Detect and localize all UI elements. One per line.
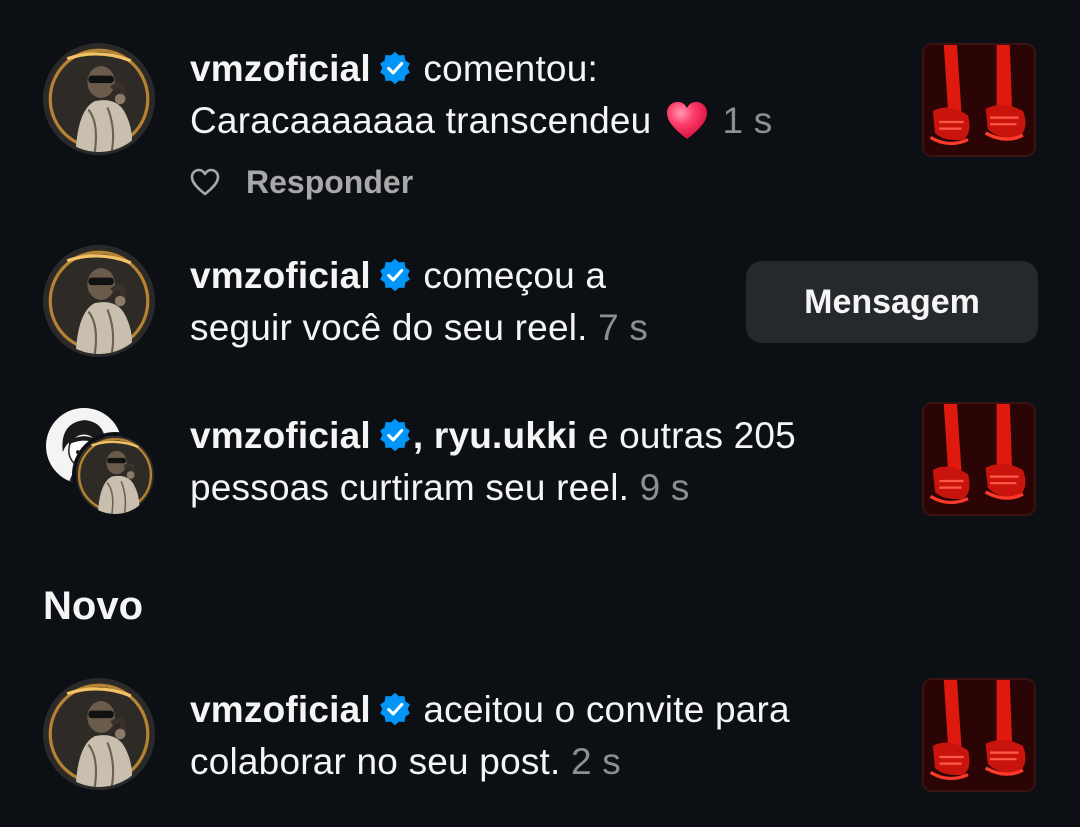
action-text: aceitou o convite para <box>423 689 790 730</box>
section-title-new: Novo <box>43 584 143 628</box>
post-thumbnail[interactable] <box>922 678 1036 792</box>
activity-screen: vmzoficial comentou: Caracaaaaaaa transc… <box>0 0 1080 827</box>
verified-badge-icon <box>377 257 413 293</box>
action-text: e outras 205 <box>587 415 796 456</box>
username[interactable]: vmzoficial <box>190 689 371 730</box>
likes-notification-text: vmzoficial, ryu.ukki e outras 205 pessoa… <box>190 410 796 514</box>
action-text: comentou: <box>423 48 598 89</box>
username[interactable]: vmzoficial <box>190 48 371 89</box>
message-button[interactable]: Mensagem <box>746 261 1038 343</box>
user-avatar[interactable] <box>43 245 155 357</box>
user-avatar[interactable] <box>43 678 155 790</box>
action-text: colaborar no seu post. <box>190 741 561 782</box>
reply-button[interactable]: Responder <box>246 164 413 201</box>
timestamp: 1 s <box>722 100 773 141</box>
heart-outline-icon[interactable] <box>190 168 220 196</box>
user-avatar[interactable] <box>43 43 155 155</box>
timestamp: 7 s <box>598 307 649 348</box>
comment-text: Caracaaaaaaa transcendeu <box>190 100 652 141</box>
comment-actions: Responder <box>190 160 413 204</box>
verified-badge-icon <box>377 691 413 727</box>
reel-thumbnail[interactable] <box>922 402 1036 516</box>
reel-thumbnail[interactable] <box>922 43 1036 157</box>
action-text: pessoas curtiram seu reel. <box>190 467 630 508</box>
verified-badge-icon <box>377 417 413 453</box>
user-avatar[interactable] <box>72 432 158 518</box>
second-username[interactable]: ryu.ukki <box>434 415 578 456</box>
username[interactable]: vmzoficial <box>190 415 371 456</box>
username[interactable]: vmzoficial <box>190 255 371 296</box>
comment-notification-text: vmzoficial comentou: Caracaaaaaaa transc… <box>190 43 772 147</box>
red-heart-emoji-icon <box>666 102 707 139</box>
action-text: seguir você do seu reel. <box>190 307 588 348</box>
action-text: começou a <box>423 255 607 296</box>
collab-notification-text: vmzoficial aceitou o convite para colabo… <box>190 684 790 788</box>
separator: , <box>412 415 424 456</box>
timestamp: 9 s <box>639 467 690 508</box>
follow-notification-text: vmzoficial começou a seguir você do seu … <box>190 250 648 354</box>
verified-badge-icon <box>377 50 413 86</box>
timestamp: 2 s <box>571 741 621 782</box>
